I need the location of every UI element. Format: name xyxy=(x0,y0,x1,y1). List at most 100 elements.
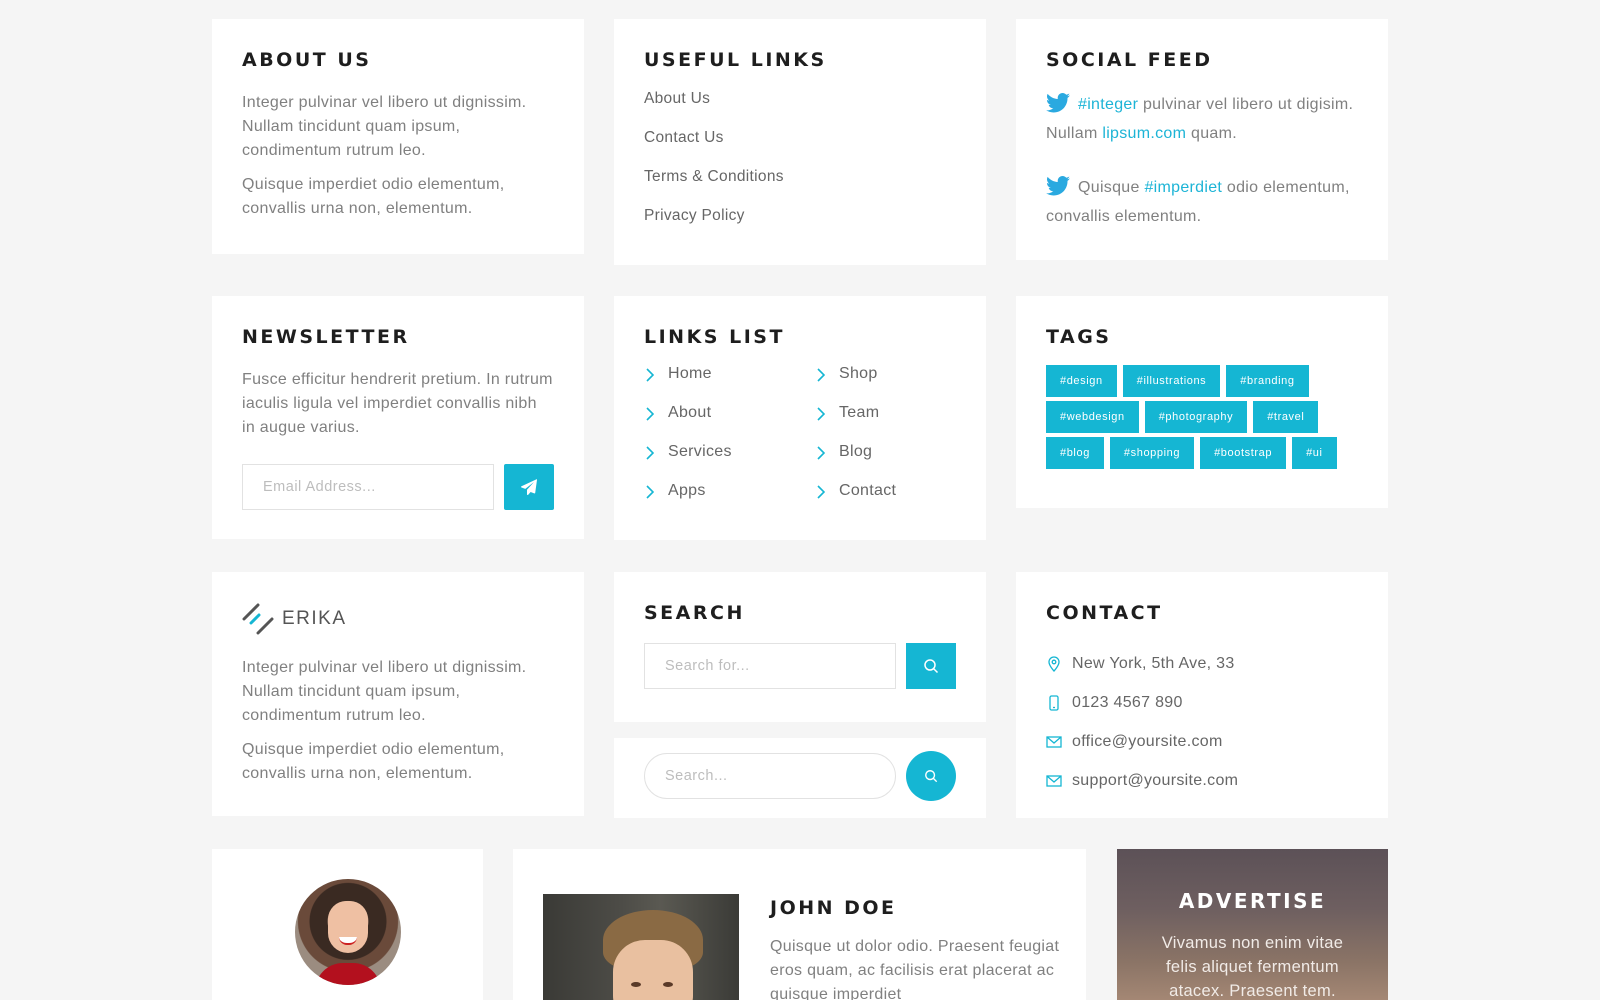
tags-widget: TAGS #design #illustrations #branding #w… xyxy=(1016,296,1388,508)
map-pin-icon xyxy=(1046,655,1062,672)
author-photo xyxy=(543,894,739,1000)
contact-email-office-text[interactable]: office@yoursite.com xyxy=(1072,733,1223,751)
envelope-icon xyxy=(1046,735,1062,748)
about-us-paragraph-2: Quisque imperdiet odio elementum, conval… xyxy=(242,176,505,217)
useful-link-about-us[interactable]: About Us xyxy=(644,90,956,129)
author-eye-left xyxy=(631,982,641,987)
avatar-face xyxy=(327,901,368,953)
newsletter-text: Fusce efficitur hendrerit pretium. In ru… xyxy=(242,371,553,436)
author-face xyxy=(613,940,693,1000)
links-list-item-about[interactable]: About xyxy=(644,404,815,443)
tweet-text-start: Quisque xyxy=(1078,179,1145,196)
contact-email-support-text[interactable]: support@yoursite.com xyxy=(1072,772,1238,790)
chevron-right-icon xyxy=(817,368,825,382)
envelope-icon xyxy=(1046,774,1062,787)
search-title: SEARCH xyxy=(644,602,745,624)
tag-travel[interactable]: #travel xyxy=(1253,401,1319,433)
chevron-right-icon xyxy=(817,407,825,421)
search-form: Search for... xyxy=(644,643,956,689)
useful-link-privacy[interactable]: Privacy Policy xyxy=(644,207,956,246)
tag-blog[interactable]: #blog xyxy=(1046,437,1104,469)
contact-widget: CONTACT New York, 5th Ave, 33 0123 4567 … xyxy=(1016,572,1388,818)
tag-cloud: #design #illustrations #branding #webdes… xyxy=(1046,365,1366,473)
advertise-text: Vivamus non enim vitae felis aliquet fer… xyxy=(1161,934,1344,1000)
contact-phone-text[interactable]: 0123 4567 890 xyxy=(1072,694,1183,712)
tag-ui[interactable]: #ui xyxy=(1292,437,1337,469)
useful-links-widget: USEFUL LINKS About Us Contact Us Terms &… xyxy=(614,19,986,265)
links-list-item-blog[interactable]: Blog xyxy=(815,443,986,482)
links-list-label: About xyxy=(668,404,712,421)
tags-title: TAGS xyxy=(1046,326,1112,348)
author-bio: JOHN DOE Quisque ut dolor odio. Praesent… xyxy=(770,897,1060,1000)
tag-branding[interactable]: #branding xyxy=(1226,365,1309,397)
slashes-logo-icon xyxy=(242,603,274,635)
search-rounded-input[interactable]: Search... xyxy=(644,753,896,799)
search-rounded-button[interactable] xyxy=(906,751,956,801)
useful-link-terms[interactable]: Terms & Conditions xyxy=(644,168,956,207)
profile-avatar-widget xyxy=(212,849,483,1000)
chevron-right-icon xyxy=(817,446,825,460)
links-list-item-apps[interactable]: Apps xyxy=(644,482,815,521)
search-button[interactable] xyxy=(906,643,956,689)
contact-address: New York, 5th Ave, 33 xyxy=(1046,644,1358,683)
search-rounded-form: Search... xyxy=(644,751,956,801)
useful-link-contact-us[interactable]: Contact Us xyxy=(644,129,956,168)
chevron-right-icon xyxy=(646,485,654,499)
about-us-paragraph-1: Integer pulvinar vel libero ut dignissim… xyxy=(242,94,527,159)
links-list-item-contact[interactable]: Contact xyxy=(815,482,986,521)
tweet-hashtag-link[interactable]: #imperdiet xyxy=(1144,179,1222,196)
search-input[interactable]: Search for... xyxy=(644,643,896,689)
twitter-icon xyxy=(1046,176,1070,196)
avatar[interactable] xyxy=(294,879,401,985)
author-description: Quisque ut dolor odio. Praesent feugiat … xyxy=(770,938,1060,1000)
links-list-item-team[interactable]: Team xyxy=(815,404,986,443)
tweet-hashtag-link[interactable]: #integer xyxy=(1078,96,1138,113)
chevron-right-icon xyxy=(646,407,654,421)
contact-email-support: support@yoursite.com xyxy=(1046,761,1358,800)
tag-bootstrap[interactable]: #bootstrap xyxy=(1200,437,1287,469)
contact-address-text: New York, 5th Ave, 33 xyxy=(1072,654,1235,672)
contact-phone: 0123 4567 890 xyxy=(1046,683,1358,722)
email-input[interactable]: Email Address... xyxy=(242,464,494,510)
links-list-title: LINKS LIST xyxy=(644,326,785,348)
links-list-label: Services xyxy=(668,443,732,460)
paper-plane-icon xyxy=(521,479,537,495)
links-list-item-home[interactable]: Home xyxy=(644,365,815,404)
links-list-grid: Home Shop About Team Services Blog Apps xyxy=(644,365,956,521)
brand-paragraph-1: Integer pulvinar vel libero ut dignissim… xyxy=(242,659,527,724)
brand-widget: ERIKA Integer pulvinar vel libero ut dig… xyxy=(212,572,584,816)
tag-design[interactable]: #design xyxy=(1046,365,1117,397)
tag-shopping[interactable]: #shopping xyxy=(1109,437,1195,469)
tag-webdesign[interactable]: #webdesign xyxy=(1046,401,1139,433)
links-list-label: Contact xyxy=(839,482,897,499)
brand-paragraph-2: Quisque imperdiet odio elementum, conval… xyxy=(242,741,505,782)
useful-links-title: USEFUL LINKS xyxy=(644,49,827,71)
tag-illustrations[interactable]: #illustrations xyxy=(1122,365,1221,397)
advertise-widget[interactable]: ADVERTISE Vivamus non enim vitae felis a… xyxy=(1117,849,1388,1000)
subscribe-button[interactable] xyxy=(504,464,554,510)
chevron-right-icon xyxy=(817,485,825,499)
search-icon xyxy=(924,659,939,674)
brand-name: ERIKA xyxy=(282,608,347,629)
links-list-label: Apps xyxy=(668,482,706,499)
avatar-shirt xyxy=(314,963,381,985)
links-list-label: Shop xyxy=(839,365,878,382)
links-list-label: Team xyxy=(839,404,880,421)
links-list-widget: LINKS LIST Home Shop About Team Services… xyxy=(614,296,986,540)
links-list-label: Home xyxy=(668,365,712,382)
tweet-item: Quisque #imperdiet odio elementum, conva… xyxy=(1046,173,1358,231)
search-rounded-widget: Search... xyxy=(614,738,986,818)
links-list-item-services[interactable]: Services xyxy=(644,443,815,482)
social-feed-widget: SOCIAL FEED #integer pulvinar vel libero… xyxy=(1016,19,1388,260)
search-icon xyxy=(925,770,938,783)
newsletter-form: Email Address... xyxy=(242,464,554,510)
tag-photography[interactable]: #photography xyxy=(1144,401,1248,433)
links-list-label: Blog xyxy=(839,443,873,460)
newsletter-title: NEWSLETTER xyxy=(242,326,410,348)
contact-email-office: office@yoursite.com xyxy=(1046,722,1358,761)
tweet-item: #integer pulvinar vel libero ut digisim.… xyxy=(1046,90,1358,148)
brand-logo[interactable]: ERIKA xyxy=(242,602,554,636)
links-list-item-shop[interactable]: Shop xyxy=(815,365,986,404)
tweet-url-link[interactable]: lipsum.com xyxy=(1102,125,1186,142)
search-widget: SEARCH Search for... xyxy=(614,572,986,722)
